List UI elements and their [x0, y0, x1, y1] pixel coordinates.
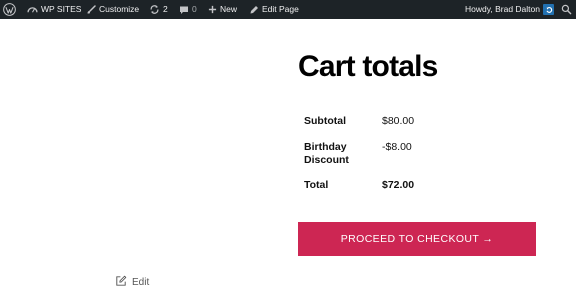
site-name-menu[interactable]: WP SITES — [27, 0, 81, 19]
new-label: New — [220, 4, 238, 14]
cart-totals-title: Cart totals — [298, 50, 438, 83]
discount-label: Birthday Discount — [304, 141, 349, 166]
plus-icon — [208, 5, 217, 14]
site-name-label: WP SITES — [41, 4, 82, 14]
edit-page-label: Edit Page — [262, 4, 299, 14]
edit-page-link[interactable]: Edit Page — [249, 0, 299, 19]
avatar-icon — [543, 4, 554, 15]
search-icon — [561, 4, 572, 15]
edit-icon — [115, 275, 127, 290]
new-content-menu[interactable]: New — [208, 0, 237, 19]
account-menu[interactable]: Howdy, Brad Dalton — [465, 0, 554, 19]
pencil-icon — [249, 5, 259, 15]
updates-count: 2 — [163, 4, 168, 14]
checkout-button-label: PROCEED TO CHECKOUT → — [340, 233, 494, 245]
comment-icon — [179, 5, 189, 15]
admin-bar: WP SITES Customize 2 0 New Edit Page How… — [0, 0, 576, 19]
discount-value: -$8.00 — [382, 141, 412, 153]
dashboard-icon — [27, 4, 38, 15]
admin-search-toggle[interactable] — [561, 0, 572, 19]
proceed-to-checkout-button[interactable]: PROCEED TO CHECKOUT → — [298, 222, 536, 256]
subtotal-value: $80.00 — [382, 115, 415, 127]
total-value: $72.00 — [382, 179, 415, 191]
howdy-label: Howdy, Brad Dalton — [465, 4, 540, 14]
wordpress-menu[interactable] — [3, 0, 16, 19]
edit-link[interactable]: Edit — [115, 275, 149, 290]
total-label: Total — [304, 179, 329, 191]
customize-link[interactable]: Customize — [86, 0, 139, 19]
wordpress-icon — [3, 3, 16, 16]
customize-label: Customize — [99, 4, 140, 14]
subtotal-label: Subtotal — [304, 115, 346, 127]
edit-label: Edit — [132, 277, 150, 288]
comments-link[interactable]: 0 — [179, 0, 197, 19]
brush-icon — [86, 4, 96, 15]
comments-count: 0 — [192, 4, 197, 14]
updates-icon — [149, 4, 160, 15]
updates-link[interactable]: 2 — [149, 0, 168, 19]
